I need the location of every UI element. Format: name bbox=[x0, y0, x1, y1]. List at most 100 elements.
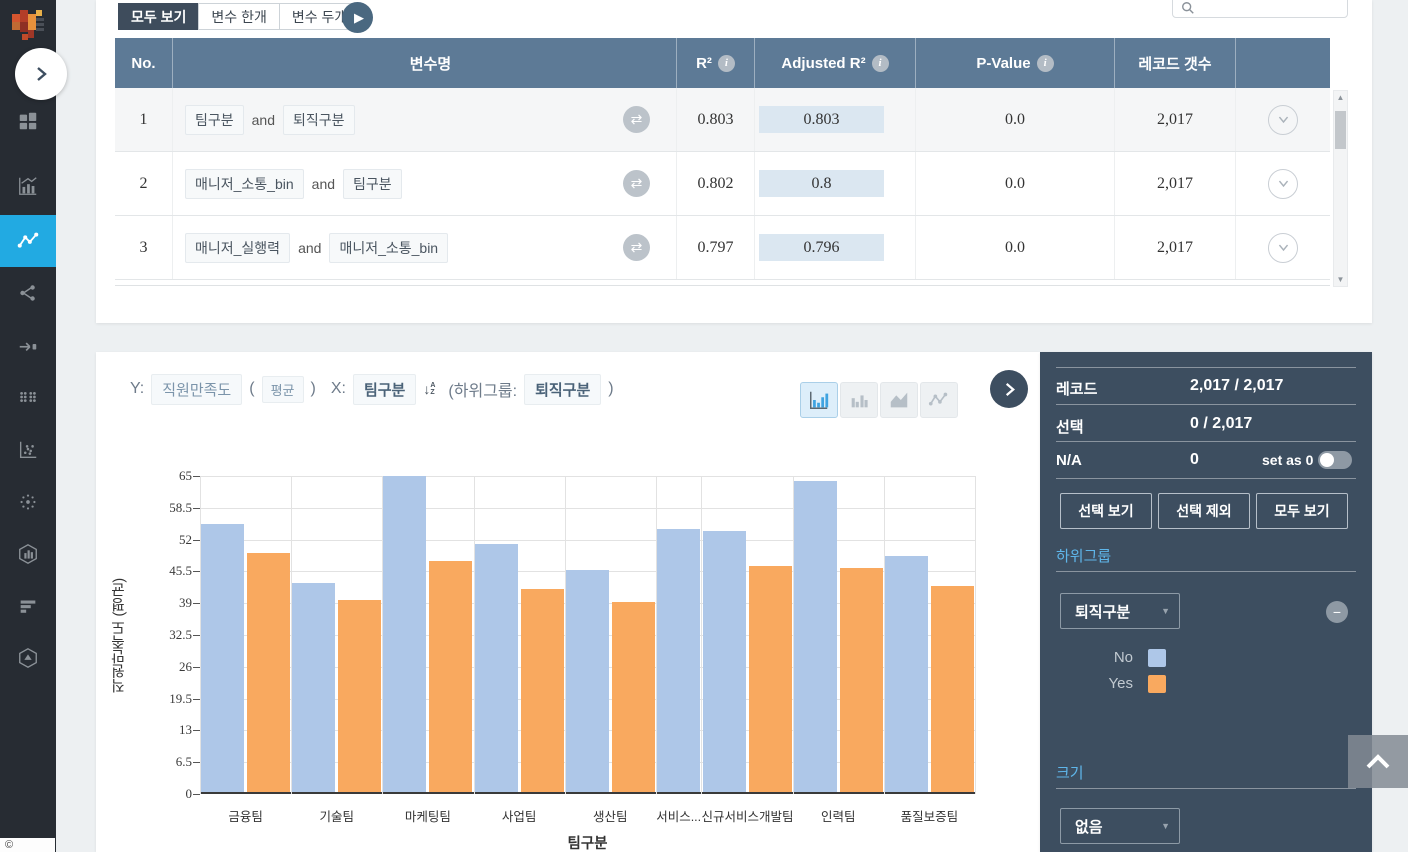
app-logo[interactable] bbox=[8, 6, 48, 46]
subgroup-variable-selector[interactable]: 퇴직구분 bbox=[524, 374, 601, 405]
chart-bar-yes[interactable] bbox=[931, 586, 974, 792]
x-category-label: 신규서비스개발팀 bbox=[701, 806, 792, 825]
set-as-zero-toggle[interactable] bbox=[1318, 451, 1352, 469]
chart-bar-no[interactable] bbox=[201, 524, 244, 792]
table-row[interactable]: 3매니저_실행력and매니저_소통_bin⇄0.7970.7960.02,017 bbox=[115, 216, 1330, 280]
chart-type-grouped-bar-button[interactable] bbox=[840, 382, 878, 418]
sidebar-item-hex-bars[interactable] bbox=[0, 528, 56, 580]
chart-bar-no[interactable] bbox=[885, 556, 928, 792]
chart-bar-yes[interactable] bbox=[429, 561, 472, 792]
search-box[interactable] bbox=[1172, 0, 1348, 18]
variable-pill[interactable]: 퇴직구분 bbox=[283, 105, 355, 135]
chart-bar-no[interactable] bbox=[703, 531, 746, 792]
swap-icon[interactable]: ⇄ bbox=[623, 106, 650, 133]
remove-subgroup-button[interactable]: − bbox=[1326, 601, 1348, 623]
info-icon[interactable]: i bbox=[1037, 55, 1054, 72]
chevron-up-icon bbox=[1364, 752, 1392, 772]
swap-icon[interactable]: ⇄ bbox=[623, 170, 650, 197]
chart-bar-yes[interactable] bbox=[338, 600, 381, 792]
chart-bar-no[interactable] bbox=[383, 476, 426, 792]
sidebar-item-share[interactable] bbox=[0, 267, 56, 319]
table-body: 1팀구분and퇴직구분⇄0.8030.8030.02,0172매니저_소통_bi… bbox=[115, 88, 1330, 286]
one-variable-button[interactable]: 변수 한개 bbox=[198, 3, 279, 30]
and-label: and bbox=[252, 112, 275, 128]
legend-swatch[interactable] bbox=[1148, 649, 1166, 667]
adjusted-r2-cell: 0.8 bbox=[755, 152, 916, 215]
info-icon[interactable]: i bbox=[872, 55, 889, 72]
variable-pill[interactable]: 팀구분 bbox=[343, 169, 402, 199]
expand-chart-button[interactable] bbox=[990, 370, 1028, 408]
table-row[interactable]: 1팀구분and퇴직구분⇄0.8030.8030.02,017 bbox=[115, 88, 1330, 152]
chart-bar-no[interactable] bbox=[657, 529, 700, 792]
sort-alphabetical-icon[interactable]: ↓ AZ bbox=[423, 381, 435, 397]
sidebar-item-dots-grid[interactable] bbox=[0, 371, 56, 423]
sidebar-item-dashboard[interactable] bbox=[0, 95, 56, 147]
variable-pill[interactable]: 팀구분 bbox=[185, 105, 244, 135]
variable-pill[interactable]: 매니저_실행력 bbox=[185, 233, 290, 263]
run-button[interactable]: ▶ bbox=[342, 2, 373, 33]
sidebar-item-correlation[interactable] bbox=[0, 215, 56, 267]
chart-bar-no[interactable] bbox=[292, 583, 335, 792]
chart-bar-no[interactable] bbox=[475, 544, 518, 792]
chart-bar-yes[interactable] bbox=[612, 602, 655, 792]
logo-icon bbox=[8, 6, 48, 46]
sidebar-expand-button[interactable] bbox=[15, 48, 67, 100]
exclude-selected-button[interactable]: 선택 제외 bbox=[1158, 493, 1250, 529]
variable-pill[interactable]: 매니저_소통_bin bbox=[329, 233, 448, 263]
toggle-knob bbox=[1320, 453, 1334, 467]
chart-bar-yes[interactable] bbox=[840, 568, 883, 792]
legend-swatch[interactable] bbox=[1148, 675, 1166, 693]
chart-type-area-button[interactable] bbox=[880, 382, 918, 418]
info-icon[interactable]: i bbox=[718, 55, 735, 72]
scroll-to-top-button[interactable] bbox=[1348, 735, 1408, 788]
subgroup-close: ) bbox=[608, 380, 613, 398]
y-tick-label: 26 bbox=[134, 659, 192, 675]
sidebar-item-bar-chart[interactable] bbox=[0, 160, 56, 212]
view-all-records-button[interactable]: 모두 보기 bbox=[1256, 493, 1348, 529]
scrollbar-up-icon[interactable]: ▲ bbox=[1334, 93, 1347, 102]
chart-bar-yes[interactable] bbox=[247, 553, 290, 792]
swap-icon[interactable]: ⇄ bbox=[623, 234, 650, 261]
variable-pill[interactable]: 매니저_소통_bin bbox=[185, 169, 304, 199]
expand-cell bbox=[1236, 152, 1330, 215]
sidebar-item-merge[interactable] bbox=[0, 318, 56, 370]
y-variable-selector[interactable]: 직원만족도 bbox=[151, 374, 242, 405]
scrollbar-thumb[interactable] bbox=[1335, 111, 1346, 149]
na-value: 0 bbox=[1190, 451, 1199, 469]
sidebar-item-funnel[interactable] bbox=[0, 580, 56, 632]
chart-type-line-button[interactable] bbox=[920, 382, 958, 418]
chart-bar-no[interactable] bbox=[794, 481, 837, 792]
search-input[interactable] bbox=[1195, 0, 1335, 15]
y-tick-mark bbox=[193, 667, 200, 668]
subgroup-dropdown[interactable]: 퇴직구분 ▼ bbox=[1060, 593, 1180, 629]
row-expand-button[interactable] bbox=[1268, 105, 1298, 135]
scrollbar-down-icon[interactable]: ▼ bbox=[1334, 275, 1347, 284]
row-expand-button[interactable] bbox=[1268, 233, 1298, 263]
row-expand-button[interactable] bbox=[1268, 169, 1298, 199]
legend-item[interactable]: No bbox=[1040, 648, 1220, 667]
x-category-label: 기술팀 bbox=[291, 806, 382, 825]
x-category-label: 사업팀 bbox=[474, 806, 565, 825]
chevron-right-icon bbox=[1002, 382, 1017, 397]
sidebar-item-hex-up[interactable] bbox=[0, 632, 56, 684]
sidebar-item-cluster[interactable] bbox=[0, 476, 56, 528]
table-row[interactable]: 2매니저_소통_binand팀구분⇄0.8020.80.02,017 bbox=[115, 152, 1330, 216]
size-dropdown[interactable]: 없음 ▼ bbox=[1060, 808, 1180, 844]
and-label: and bbox=[312, 176, 335, 192]
chart-bar-no[interactable] bbox=[566, 570, 609, 792]
chart-bar-yes[interactable] bbox=[521, 589, 564, 792]
table-scrollbar[interactable]: ▲ ▼ bbox=[1333, 90, 1348, 287]
x-variable-selector[interactable]: 팀구분 bbox=[353, 374, 416, 405]
y-tick-mark bbox=[193, 603, 200, 604]
table-header-row: No. 변수명 R²i Adjusted R²i P-Valuei 레코드 갯수 bbox=[115, 38, 1330, 88]
view-all-button[interactable]: 모두 보기 bbox=[118, 3, 199, 30]
dots-grid-icon bbox=[17, 386, 39, 408]
chart-bar-yes[interactable] bbox=[749, 566, 792, 792]
r2-value: 0.803 bbox=[677, 88, 755, 151]
legend-item[interactable]: Yes bbox=[1040, 674, 1220, 693]
sidebar-item-scatter[interactable] bbox=[0, 424, 56, 476]
chart-type-bar-button[interactable] bbox=[800, 382, 838, 418]
aggregation-selector[interactable]: 평균 bbox=[262, 376, 304, 403]
variable-cell: 매니저_실행력and매니저_소통_bin⇄ bbox=[173, 216, 677, 279]
view-selected-button[interactable]: 선택 보기 bbox=[1060, 493, 1152, 529]
